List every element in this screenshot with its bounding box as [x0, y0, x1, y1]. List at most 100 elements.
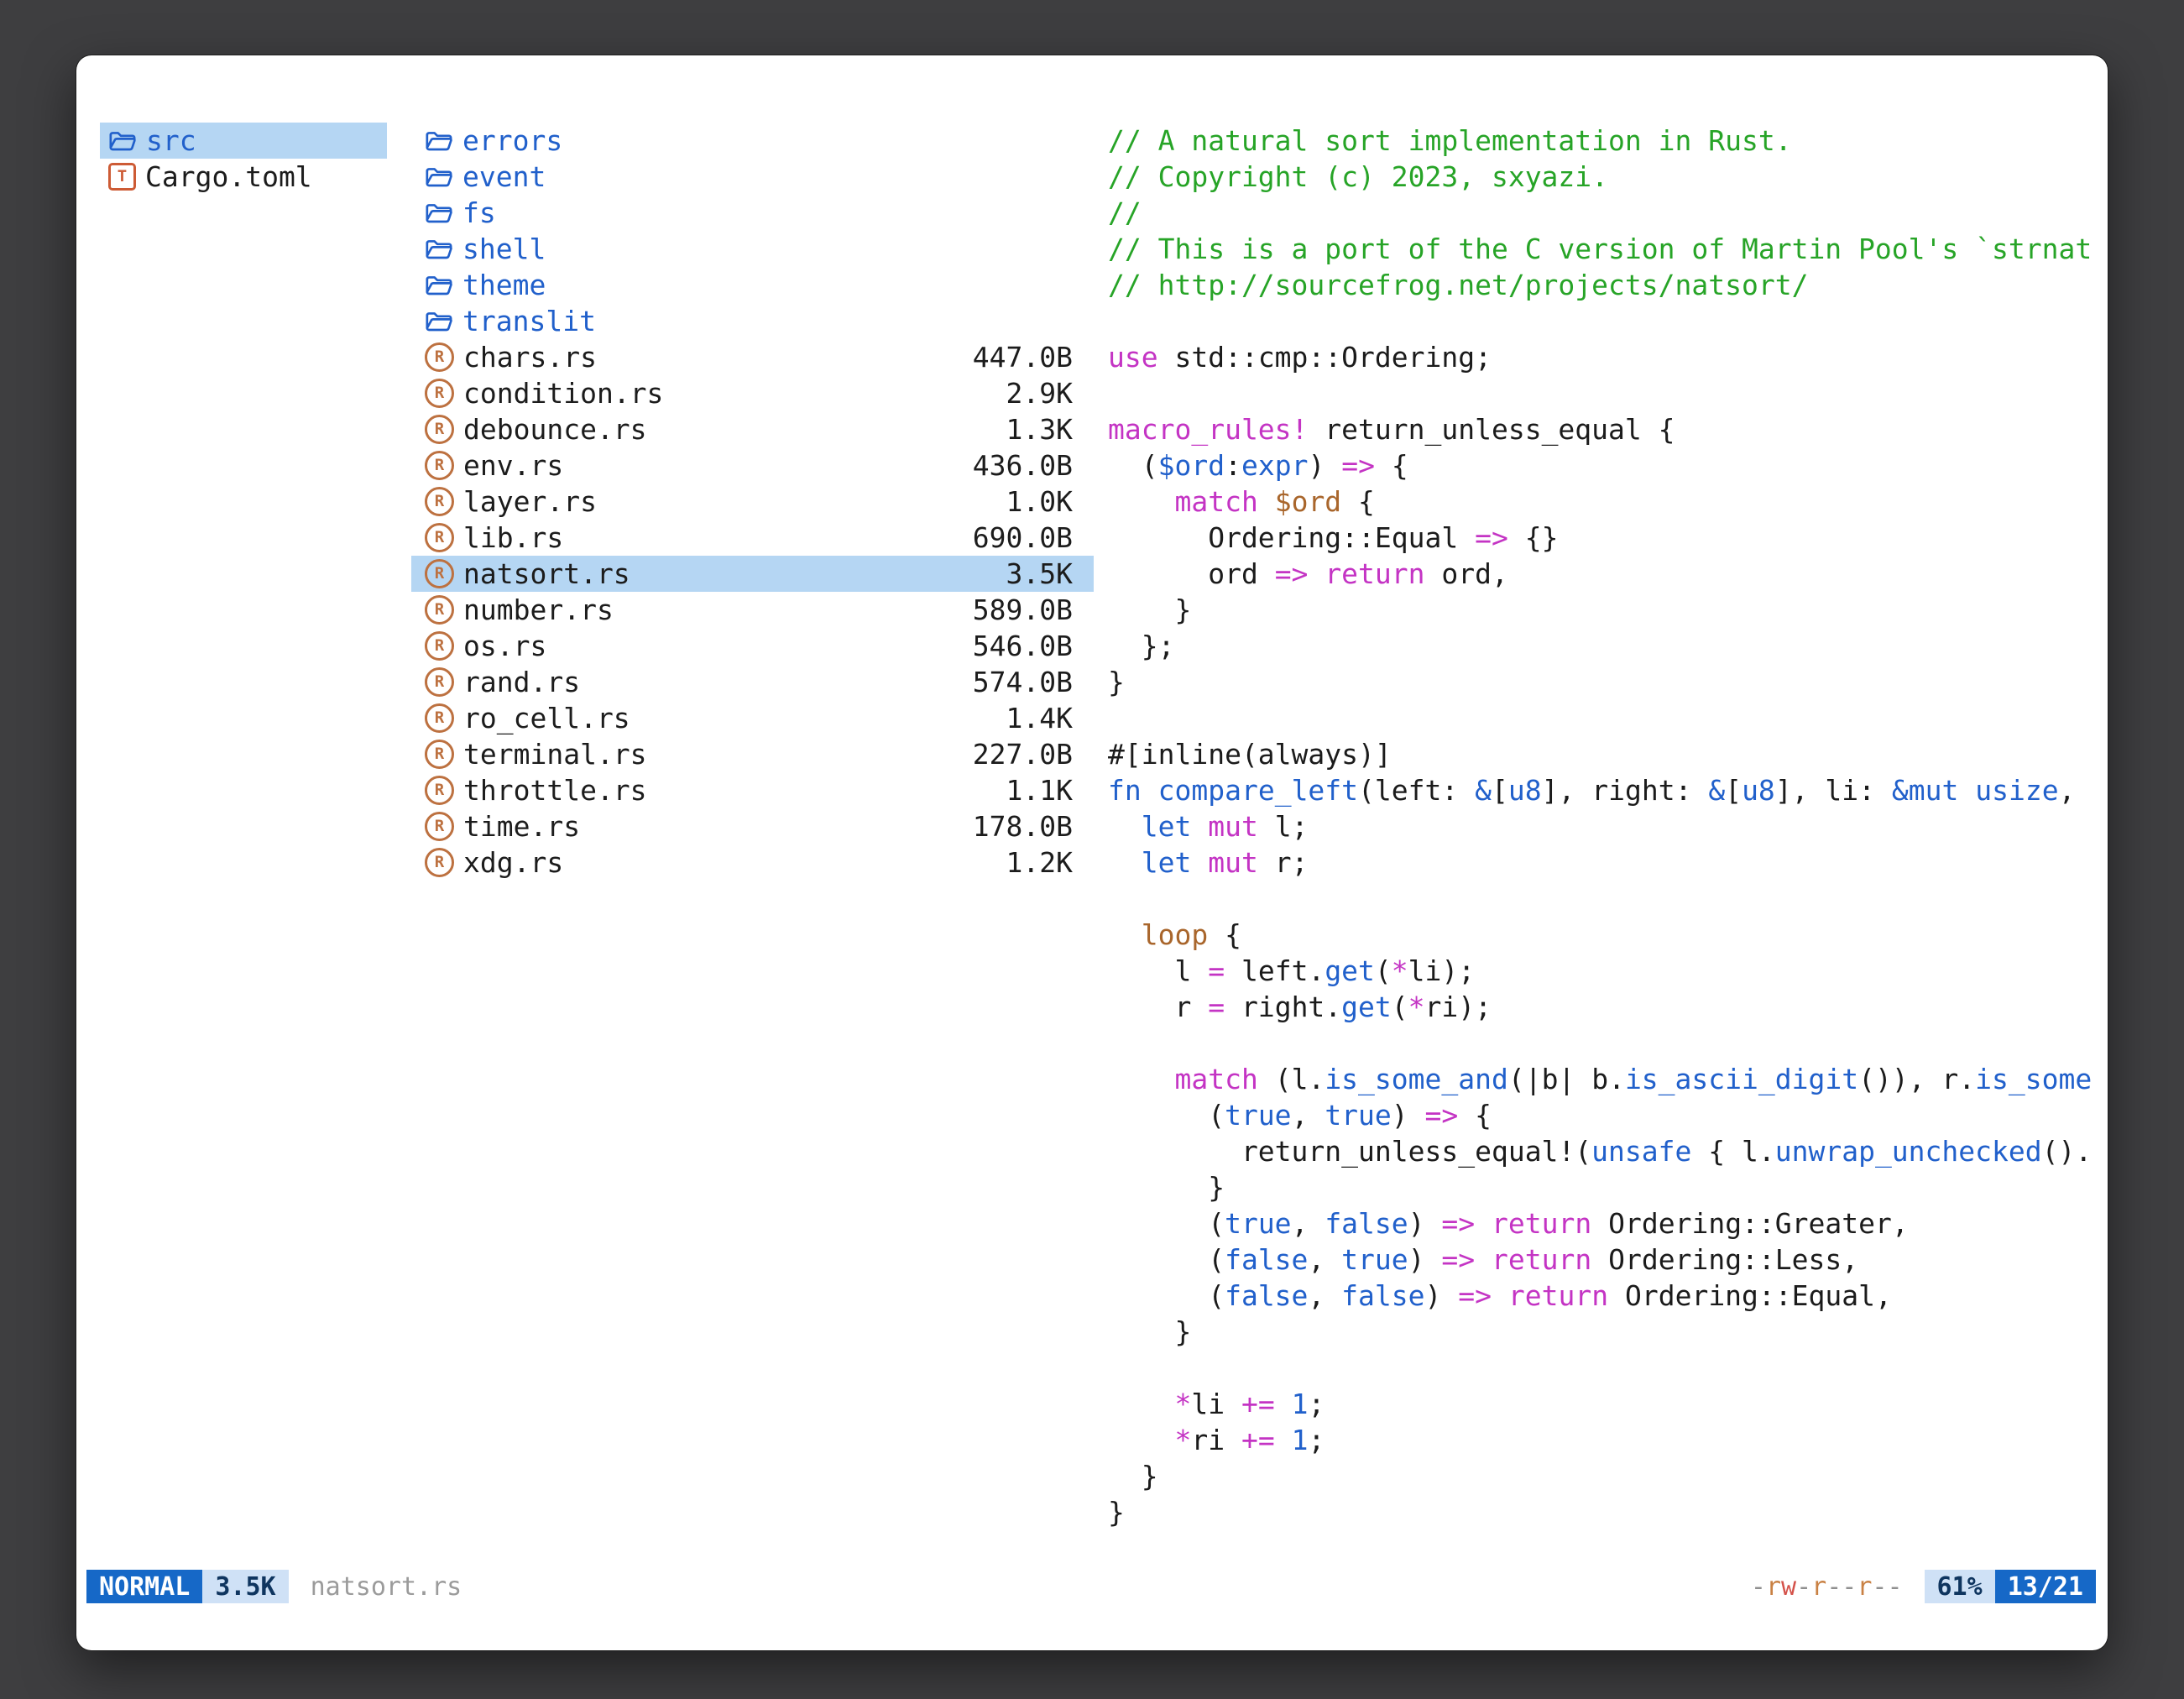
file-name: shell	[462, 231, 546, 267]
current-item-xdg.rs[interactable]: Rxdg.rs1.2K	[411, 844, 1094, 881]
rust-file-icon: R	[425, 487, 454, 516]
cursor-position-chip: 13/21	[1995, 1570, 2096, 1603]
current-item-debounce.rs[interactable]: Rdebounce.rs1.3K	[411, 411, 1094, 447]
file-name: debounce.rs	[463, 411, 647, 447]
current-item-condition.rs[interactable]: Rcondition.rs2.9K	[411, 375, 1094, 411]
file-name: natsort.rs	[463, 556, 630, 592]
code-line: let mut l;	[1108, 808, 2097, 844]
current-item-lib.rs[interactable]: Rlib.rs 690.0B	[411, 520, 1094, 556]
code-line: }	[1108, 1314, 2097, 1350]
code-line	[1108, 1350, 2097, 1386]
file-size: 2.9K	[1006, 375, 1073, 411]
current-item-theme[interactable]: theme	[411, 267, 1094, 303]
scroll-percent-chip: 61%	[1925, 1570, 1995, 1603]
folder-icon	[425, 128, 453, 153]
toml-file-icon: T	[108, 163, 136, 191]
current-item-shell[interactable]: shell	[411, 231, 1094, 267]
file-size: 574.0B	[973, 664, 1073, 700]
status-bar: NORMAL 3.5K natsort.rs -rw-r--r-- 61% 13…	[86, 1570, 2096, 1603]
code-line: fn compare_left(left: &[u8], right: &[u8…	[1108, 772, 2097, 808]
code-line: loop {	[1108, 917, 2097, 953]
file-size: 690.0B	[973, 520, 1073, 556]
current-item-time.rs[interactable]: Rtime.rs178.0B	[411, 808, 1094, 844]
mode-badge: NORMAL	[86, 1570, 202, 1603]
current-item-translit[interactable]: translit	[411, 303, 1094, 339]
code-line: (false, false) => return Ordering::Equal…	[1108, 1278, 2097, 1314]
parent-item-Cargo.toml[interactable]: TCargo.toml	[100, 159, 387, 195]
code-line: return_unless_equal!(unsafe { l.unwrap_u…	[1108, 1133, 2097, 1169]
rust-file-icon: R	[425, 848, 454, 877]
folder-icon	[425, 201, 453, 225]
file-name: env.rs	[463, 447, 563, 484]
current-item-fs[interactable]: fs	[411, 195, 1094, 231]
parent-item-src[interactable]: src	[100, 123, 387, 159]
folder-icon	[108, 128, 137, 153]
file-size: 1.4K	[1006, 700, 1073, 736]
code-line: }	[1108, 1494, 2097, 1530]
file-name: event	[462, 159, 546, 195]
current-item-rand.rs[interactable]: Rrand.rs 574.0B	[411, 664, 1094, 700]
rust-file-icon: R	[425, 451, 454, 480]
file-size: 1.1K	[1006, 772, 1073, 808]
folder-icon	[425, 309, 453, 333]
permissions-text: -rw-r--r--	[1751, 1572, 1903, 1602]
current-item-natsort.rs[interactable]: Rnatsort.rs3.5K	[411, 556, 1094, 592]
file-size: 436.0B	[973, 447, 1073, 484]
file-name: terminal.rs	[463, 736, 647, 772]
file-name: src	[146, 123, 196, 159]
file-name: os.rs	[463, 628, 546, 664]
rust-file-icon: R	[425, 559, 454, 588]
current-item-ro_cell.rs[interactable]: Rro_cell.rs1.4K	[411, 700, 1094, 736]
rust-file-icon: R	[425, 667, 454, 697]
folder-icon	[425, 237, 453, 261]
current-item-number.rs[interactable]: Rnumber.rs589.0B	[411, 592, 1094, 628]
code-line: // This is a port of the C version of Ma…	[1108, 231, 2097, 267]
rust-file-icon: R	[425, 379, 454, 408]
parent-directory-pane: srcTCargo.toml	[100, 123, 387, 195]
panes-area: srcTCargo.toml errorseventfsshellthemetr…	[76, 55, 2108, 1570]
code-line: // A natural sort implementation in Rust…	[1108, 123, 2097, 159]
status-bar-right: -rw-r--r-- 61% 13/21	[1751, 1570, 2096, 1603]
file-name: number.rs	[463, 592, 614, 628]
current-item-os.rs[interactable]: Ros.rs546.0B	[411, 628, 1094, 664]
rust-file-icon: R	[425, 703, 454, 733]
code-line: let mut r;	[1108, 844, 2097, 881]
code-line: }	[1108, 1169, 2097, 1205]
code-line	[1108, 881, 2097, 917]
file-size: 447.0B	[973, 339, 1073, 375]
current-directory-pane: errorseventfsshellthemetranslitRchars.rs…	[411, 123, 1094, 881]
code-line: }	[1108, 664, 2097, 700]
code-line: Ordering::Equal => {}	[1108, 520, 2097, 556]
file-size-chip: 3.5K	[202, 1570, 288, 1603]
current-item-terminal.rs[interactable]: Rterminal.rs 227.0B	[411, 736, 1094, 772]
rust-file-icon: R	[425, 415, 454, 444]
file-size: 546.0B	[973, 628, 1073, 664]
rust-file-icon: R	[425, 740, 454, 769]
rust-file-icon: R	[425, 776, 454, 805]
current-item-chars.rs[interactable]: Rchars.rs447.0B	[411, 339, 1094, 375]
file-size: 178.0B	[973, 808, 1073, 844]
current-item-event[interactable]: event	[411, 159, 1094, 195]
status-filename: natsort.rs	[311, 1572, 462, 1602]
code-line: }	[1108, 1458, 2097, 1494]
folder-icon	[425, 273, 453, 297]
current-item-throttle.rs[interactable]: Rthrottle.rs 1.1K	[411, 772, 1094, 808]
file-size: 227.0B	[973, 736, 1073, 772]
code-line: ($ord:expr) => {	[1108, 447, 2097, 484]
rust-file-icon: R	[425, 523, 454, 552]
current-item-errors[interactable]: errors	[411, 123, 1094, 159]
code-line: l = left.get(*li);	[1108, 953, 2097, 989]
code-line: //	[1108, 195, 2097, 231]
code-line	[1108, 700, 2097, 736]
file-name: throttle.rs	[463, 772, 647, 808]
current-item-env.rs[interactable]: Renv.rs 436.0B	[411, 447, 1094, 484]
code-line: // http://sourcefrog.net/projects/natsor…	[1108, 267, 2097, 303]
file-size: 1.0K	[1006, 484, 1073, 520]
code-line: (true, false) => return Ordering::Greate…	[1108, 1205, 2097, 1242]
file-name: layer.rs	[463, 484, 597, 520]
file-name: rand.rs	[463, 664, 580, 700]
file-preview-pane: // A natural sort implementation in Rust…	[1108, 123, 2097, 1570]
yazi-file-manager-window: srcTCargo.toml errorseventfsshellthemetr…	[76, 55, 2108, 1650]
file-name: lib.rs	[463, 520, 563, 556]
current-item-layer.rs[interactable]: Rlayer.rs 1.0K	[411, 484, 1094, 520]
